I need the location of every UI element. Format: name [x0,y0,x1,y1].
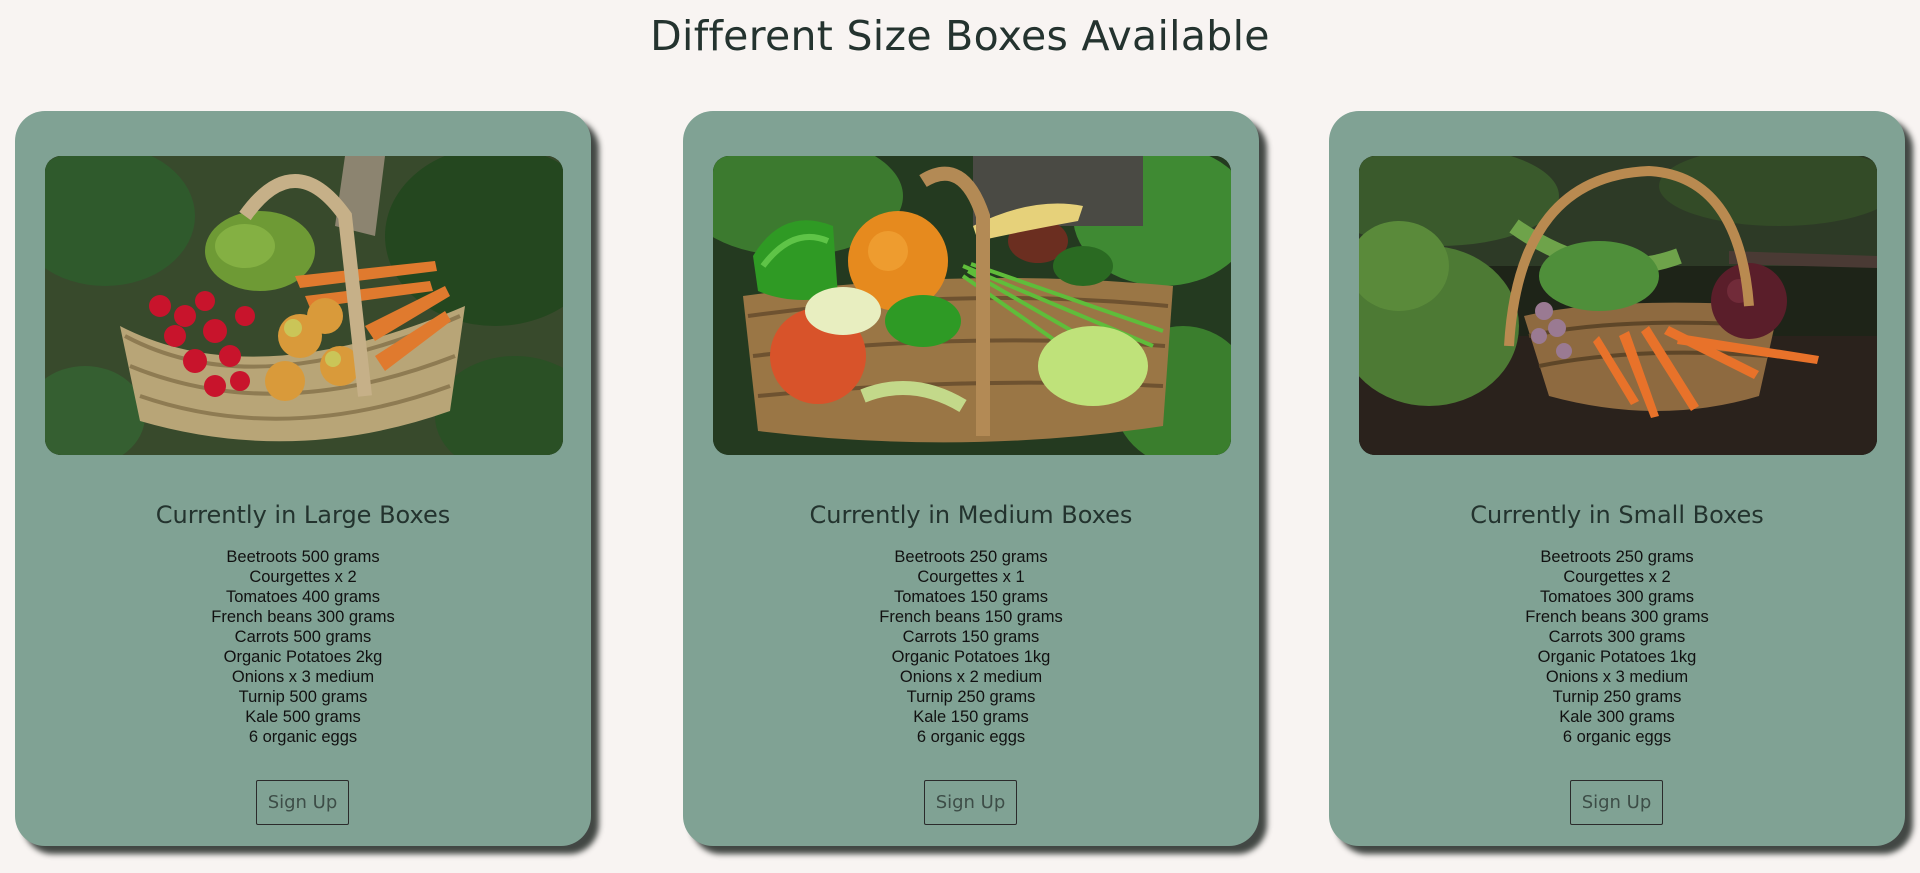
box-photo-small [1359,156,1877,455]
list-item: Organic Potatoes 1kg [891,648,1051,666]
box-contents-small: Beetroots 250 grams Courgettes x 2 Tomat… [1329,547,1905,747]
box-photo-medium [713,156,1231,455]
list-item: 6 organic eggs [916,728,1026,746]
list-item: Courgettes x 2 [249,568,357,586]
list-item: Kale 300 grams [1559,708,1675,726]
list-item: 6 organic eggs [248,728,358,746]
list-item: Beetroots 250 grams [894,548,1048,566]
box-title-medium: Currently in Medium Boxes [809,501,1133,529]
box-title-small: Currently in Small Boxes [1470,501,1764,529]
box-title-large: Currently in Large Boxes [155,501,451,529]
box-card-medium: Currently in Medium Boxes Beetroots 250 … [683,111,1259,846]
list-item: Kale 500 grams [245,708,361,726]
list-item: Onions x 3 medium [231,668,375,686]
vegetable-basket-image-small [1359,156,1877,455]
list-item: French beans 300 grams [1525,608,1709,626]
sign-up-button-large[interactable]: Sign Up [256,780,349,825]
list-item: Onions x 2 medium [899,668,1043,686]
vegetable-basket-image-medium [713,156,1231,455]
list-item: Kale 150 grams [913,708,1029,726]
sign-up-button-medium[interactable]: Sign Up [924,780,1017,825]
sign-up-button-small[interactable]: Sign Up [1570,780,1663,825]
list-item: Turnip 250 grams [1552,688,1682,706]
list-item: Courgettes x 1 [917,568,1025,586]
list-item: Carrots 300 grams [1548,628,1686,646]
box-contents-large: Beetroots 500 grams Courgettes x 2 Tomat… [15,547,591,747]
list-item: 6 organic eggs [1562,728,1672,746]
box-card-small: Currently in Small Boxes Beetroots 250 g… [1329,111,1905,846]
list-item: Organic Potatoes 1kg [1537,648,1697,666]
list-item: Carrots 500 grams [234,628,372,646]
list-item: Turnip 250 grams [906,688,1036,706]
box-card-large: Currently in Large Boxes Beetroots 500 g… [15,111,591,846]
list-item: Courgettes x 2 [1563,568,1671,586]
box-contents-medium: Beetroots 250 grams Courgettes x 1 Tomat… [683,547,1259,747]
list-item: Tomatoes 150 grams [893,588,1049,606]
list-item: Onions x 3 medium [1545,668,1689,686]
list-item: Carrots 150 grams [902,628,1040,646]
box-photo-large [45,156,563,455]
vegetable-basket-image-large [45,156,563,455]
list-item: Tomatoes 300 grams [1539,588,1695,606]
list-item: Tomatoes 400 grams [225,588,381,606]
list-item: Turnip 500 grams [238,688,368,706]
list-item: French beans 300 grams [211,608,395,626]
page-title: Different Size Boxes Available [650,12,1270,60]
list-item: Beetroots 500 grams [226,548,380,566]
list-item: Beetroots 250 grams [1540,548,1694,566]
list-item: French beans 150 grams [879,608,1063,626]
list-item: Organic Potatoes 2kg [223,648,383,666]
